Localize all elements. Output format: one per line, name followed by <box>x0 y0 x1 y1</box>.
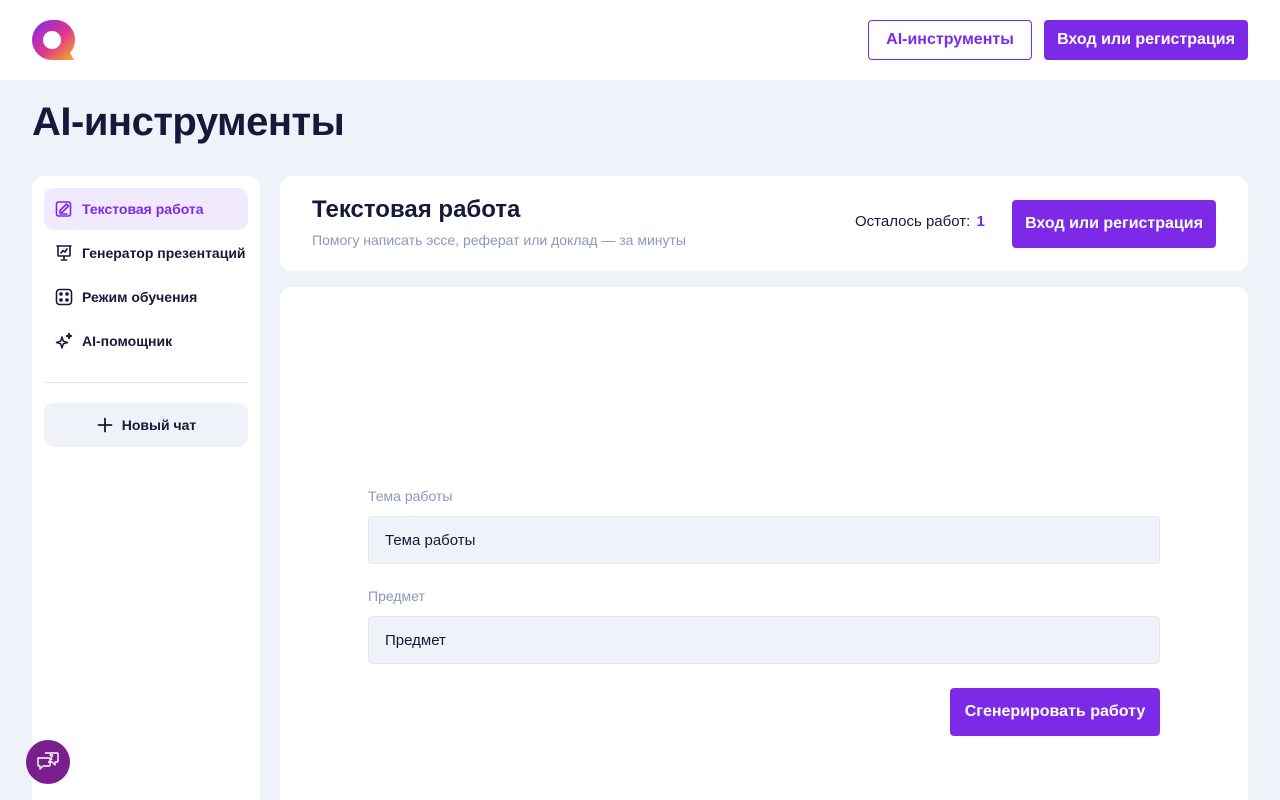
top-header: AI-инструменты Вход или регистрация <box>0 0 1280 80</box>
remaining-works: Осталось работ: 1 <box>855 213 985 230</box>
tool-title: Текстовая работа <box>312 196 521 223</box>
plus-icon <box>96 416 114 434</box>
tool-info-card: Текстовая работа Помогу написать эссе, р… <box>280 176 1248 271</box>
help-chat-button[interactable] <box>26 740 70 784</box>
sidebar-item-presentations[interactable]: Генератор презентаций <box>44 232 248 274</box>
generate-work-button[interactable]: Сгенерировать работу <box>950 688 1160 736</box>
dice-icon <box>54 287 74 307</box>
ai-logo-icon[interactable] <box>32 19 76 62</box>
page-title: AI-инструменты <box>32 100 345 144</box>
tool-subtitle: Помогу написать эссе, реферат или доклад… <box>312 232 686 248</box>
remaining-label: Осталось работ: <box>855 213 971 230</box>
header-login-button[interactable]: Вход или регистрация <box>1044 20 1248 60</box>
sidebar-item-learning-mode[interactable]: Режим обучения <box>44 276 248 318</box>
sidebar-item-text-work[interactable]: Текстовая работа <box>44 188 248 230</box>
help-chat-icon <box>36 749 60 776</box>
sparkles-icon <box>54 331 74 351</box>
sidebar-item-label: Режим обучения <box>82 289 198 305</box>
new-chat-button[interactable]: Новый чат <box>44 403 248 447</box>
text-work-form-card: Тема работы Предмет Сгенерировать работу <box>280 287 1248 800</box>
new-chat-label: Новый чат <box>121 417 197 433</box>
sidebar-item-label: Текстовая работа <box>82 201 204 217</box>
presentation-icon <box>54 243 74 263</box>
sidebar: Текстовая работа Генератор презентаций Р… <box>32 176 260 800</box>
topic-input[interactable] <box>368 516 1160 564</box>
subject-label: Предмет <box>368 588 425 604</box>
sidebar-item-ai-assistant[interactable]: AI-помощник <box>44 320 248 362</box>
card-login-button[interactable]: Вход или регистрация <box>1012 200 1216 248</box>
sidebar-item-label: Генератор презентаций <box>82 245 246 261</box>
sidebar-item-label: AI-помощник <box>82 333 173 349</box>
sidebar-divider <box>44 382 248 383</box>
remaining-count: 1 <box>976 213 985 230</box>
topic-label: Тема работы <box>368 488 453 504</box>
ai-tools-button[interactable]: AI-инструменты <box>868 20 1032 60</box>
edit-document-icon <box>54 199 74 219</box>
subject-input[interactable] <box>368 616 1160 664</box>
